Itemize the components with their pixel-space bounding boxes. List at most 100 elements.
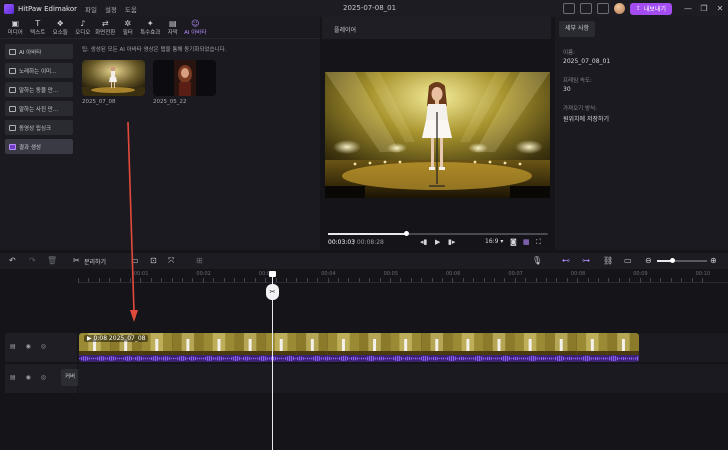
track-controls[interactable]: ▤ ◉ ◎	[10, 343, 50, 350]
ruler-tick	[681, 278, 683, 282]
timeline-ruler[interactable]: 00:01 00:02 00:03 00:04 00:05 00:06 00:07 00:08…	[78, 269, 728, 283]
delete-icon[interactable]: 🗑	[47, 256, 57, 265]
waveform-bar	[373, 356, 375, 361]
ruler-tick	[514, 278, 516, 283]
close-button[interactable]: ✕	[712, 4, 728, 13]
waveform-bar	[637, 356, 639, 361]
tab-text[interactable]: T 텍스트	[27, 19, 50, 38]
trim-icon[interactable]: ⤧	[168, 256, 174, 266]
waveform-bar	[243, 357, 245, 360]
upload-icon: ⇪	[635, 5, 641, 12]
snapshot-icon[interactable]: ◙	[510, 238, 517, 246]
magnet-icon[interactable]: ⊷	[562, 256, 570, 265]
tab-elements[interactable]: ❖ 요소들	[49, 19, 72, 38]
text-box-icon[interactable]: ⊡	[150, 256, 157, 265]
tab-effects[interactable]: ✦ 특수효과	[139, 19, 162, 38]
fullscreen-icon[interactable]: ⛶	[536, 238, 541, 247]
waveform-bar	[239, 356, 241, 361]
waveform-bar	[519, 357, 521, 360]
menu-settings[interactable]: 설정	[105, 4, 117, 14]
next-frame-icon[interactable]: ▮▸	[448, 238, 455, 246]
playback-progress-bar[interactable]	[328, 231, 548, 236]
waveform-bar	[405, 357, 407, 360]
tab-audio[interactable]: ♪ 오디오	[72, 19, 95, 38]
waveform-bar	[613, 355, 615, 362]
undo-icon[interactable]: ↶	[9, 256, 16, 265]
waveform-bar	[609, 356, 611, 361]
current-time: 00:03:03	[328, 239, 355, 246]
link-clips-icon[interactable]: ⊶	[582, 256, 590, 265]
progress-knob[interactable]	[404, 231, 409, 236]
menu-file[interactable]: 파일	[85, 4, 97, 14]
waveform-bar	[291, 356, 293, 361]
maximize-button[interactable]: ❐	[696, 4, 712, 13]
side-menu-label: 말하는 사진 만...	[19, 106, 59, 113]
video-preview[interactable]	[325, 72, 550, 198]
dashboard-icon[interactable]	[562, 3, 575, 14]
tab-filter[interactable]: ✲ 필터	[117, 19, 140, 38]
waveform-bar	[131, 356, 133, 361]
side-menu-item[interactable]: 말하는 동물 만...	[5, 82, 73, 97]
waveform-bar	[365, 357, 367, 360]
side-menu-item[interactable]: AI 아바타	[5, 44, 73, 59]
side-menu-item[interactable]: 결과 생성	[5, 139, 73, 154]
quality-icon[interactable]: ▦	[523, 238, 530, 246]
split-button[interactable]: 분리하기	[84, 257, 106, 266]
cover-track-controls[interactable]: ▤ ◉ ◎	[10, 374, 50, 381]
aspect-ratio-select[interactable]: 16:9 ▾	[485, 238, 503, 245]
tab-ai-avatar[interactable]: ☺ AI 아바타	[184, 19, 207, 38]
tab-transition[interactable]: ⇄ 화면전환	[94, 19, 117, 38]
menu-help[interactable]: 도움	[125, 4, 137, 14]
zoom-out-icon[interactable]: ⊖	[645, 256, 652, 265]
zoom-in-icon[interactable]: ⊕	[710, 256, 717, 265]
split-icon[interactable]: ✂	[73, 256, 80, 265]
playhead-handle[interactable]	[269, 271, 276, 277]
export-button[interactable]: ⇪ 내보내기	[629, 2, 672, 15]
audio-icon: ♪	[80, 19, 86, 28]
ruler-tick	[171, 278, 173, 282]
video-clip[interactable]: ▶ 0:08 2025_07_08	[79, 333, 639, 362]
details-tab[interactable]: 세부 사항	[559, 21, 595, 37]
user-avatar[interactable]	[613, 3, 625, 14]
tab-subtitle[interactable]: ▤ 자막	[162, 19, 185, 38]
redo-icon[interactable]: ↷	[29, 256, 36, 265]
ruler-tick	[452, 278, 454, 283]
waveform-bar	[311, 357, 313, 360]
waveform-bar	[231, 357, 233, 360]
waveform-bar	[565, 357, 567, 360]
waveform-bar	[369, 355, 371, 362]
side-menu-label: 말하는 동물 만...	[19, 87, 59, 94]
waveform-bar	[611, 356, 613, 361]
freeze-icon[interactable]: ⊞	[196, 256, 203, 265]
waveform-bar	[215, 357, 217, 360]
player-tab[interactable]: 플레이어	[322, 17, 551, 39]
play-icon[interactable]: ▶	[435, 238, 440, 246]
prev-frame-icon[interactable]: ◂▮	[420, 238, 427, 246]
preview-icon[interactable]: ▭	[624, 256, 632, 265]
ruler-tick	[462, 278, 464, 282]
feedback-icon[interactable]	[579, 3, 592, 14]
microphone-icon[interactable]: 🎙	[532, 256, 542, 265]
side-menu-item[interactable]: 말하는 사진 만...	[5, 101, 73, 116]
side-menu-item[interactable]: 노래하는 이미...	[5, 63, 73, 78]
tab-media[interactable]: ▣ 미디어	[4, 19, 27, 38]
side-menu-item[interactable]: 동영상 립싱크	[5, 120, 73, 135]
cover-button[interactable]: 커버	[61, 369, 79, 386]
minimize-button[interactable]: —	[680, 4, 696, 13]
ruler-tick	[566, 278, 568, 282]
ruler-tick	[473, 278, 475, 282]
result-thumbnail-2[interactable]	[153, 60, 216, 96]
waveform-bar	[163, 356, 165, 361]
waveform-bar	[327, 356, 329, 361]
chain-icon[interactable]: ⛓	[603, 256, 613, 265]
crop-icon[interactable]: ▭	[131, 256, 139, 265]
zoom-knob[interactable]	[670, 258, 675, 263]
playhead-split-icon[interactable]: ✂	[266, 284, 279, 300]
waveform-bar	[221, 356, 223, 361]
result-thumbnail-1[interactable]	[82, 60, 145, 96]
waveform-bar	[93, 357, 95, 360]
waveform-bar	[441, 357, 443, 360]
waveform-bar	[173, 357, 175, 360]
zoom-slider[interactable]	[657, 258, 707, 263]
cart-icon[interactable]	[596, 3, 609, 14]
